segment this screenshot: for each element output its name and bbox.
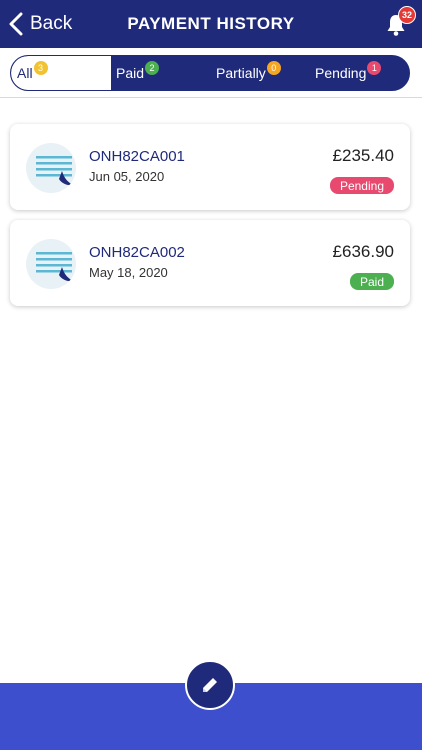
tab-pending-label: Pending <box>315 65 367 81</box>
payment-reference: ONH82CA001 <box>89 148 185 165</box>
tab-all[interactable]: All 3 <box>11 56 111 90</box>
payment-amount: £636.90 <box>332 242 394 261</box>
payment-date: May 18, 2020 <box>89 265 168 280</box>
tab-partially-label: Partially <box>216 65 266 81</box>
tab-all-count: 3 <box>33 61 48 75</box>
tab-paid-label: Paid <box>116 65 145 81</box>
company-logo-icon <box>26 239 76 289</box>
back-button[interactable]: Back <box>8 10 72 38</box>
notification-badge: 32 <box>397 6 416 24</box>
edit-button[interactable] <box>185 660 235 710</box>
tab-pending-count: 1 <box>367 61 382 75</box>
back-label: Back <box>30 13 73 34</box>
pencil-icon <box>203 678 217 692</box>
tabs-divider <box>0 97 422 98</box>
notifications-button[interactable]: 32 <box>386 6 416 36</box>
status-tabs: All 3 Paid 2 Partially 0 Pending 1 <box>10 55 410 91</box>
tab-paid-count: 2 <box>145 61 160 75</box>
status-badge: Pending <box>329 177 394 194</box>
payment-card[interactable]: ONH82CA002 May 18, 2020 £636.90 Paid <box>10 220 410 306</box>
company-logo-icon <box>26 143 76 193</box>
tab-all-label: All <box>17 65 33 81</box>
tab-partially[interactable]: Partially 0 <box>211 56 311 90</box>
tab-paid[interactable]: Paid 2 <box>111 56 211 90</box>
payment-amount: £235.40 <box>332 146 394 165</box>
tab-partially-count: 0 <box>266 61 281 75</box>
page-title: PAYMENT HISTORY <box>127 14 295 33</box>
status-badge: Paid <box>349 273 394 290</box>
payment-reference: ONH82CA002 <box>89 244 185 261</box>
app-header: Back PAYMENT HISTORY 32 <box>0 0 422 48</box>
tab-pending[interactable]: Pending 1 <box>311 56 409 90</box>
payment-card[interactable]: ONH82CA001 Jun 05, 2020 £235.40 Pending <box>10 124 410 210</box>
chevron-left-icon <box>9 12 23 36</box>
payment-date: Jun 05, 2020 <box>89 169 165 184</box>
